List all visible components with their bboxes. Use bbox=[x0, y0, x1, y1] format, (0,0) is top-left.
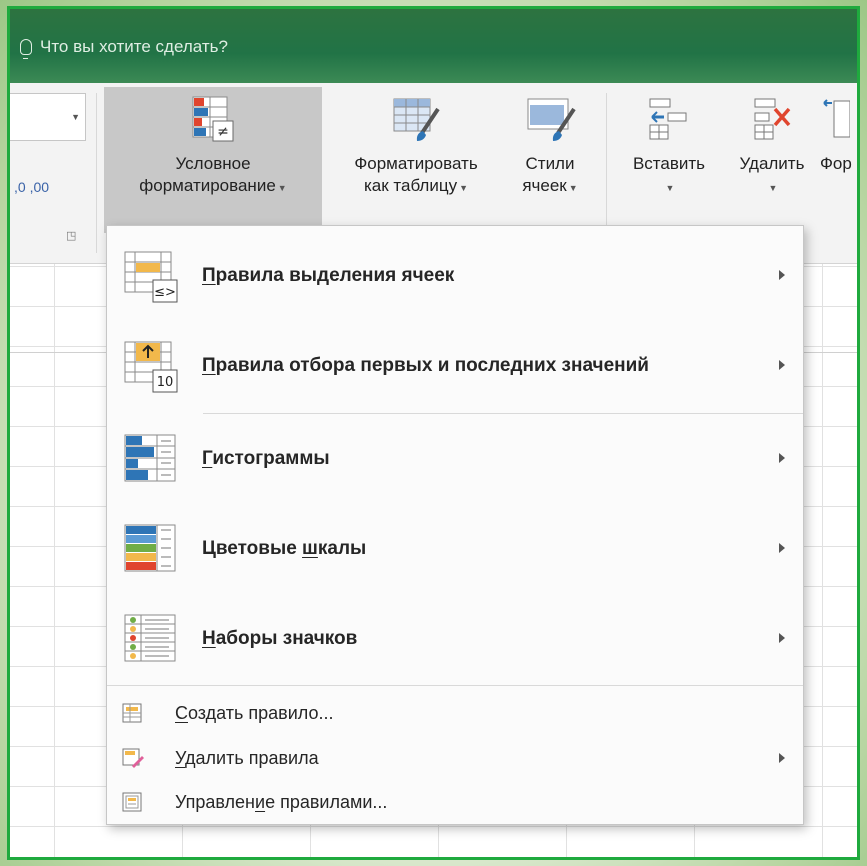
fat-label-line2-wrap: как таблицу ▼ bbox=[328, 175, 504, 199]
delete-cells-button[interactable]: Удалить ▼ bbox=[722, 87, 822, 233]
accelerator-letter: Г bbox=[202, 448, 213, 469]
insert-cells-button[interactable]: Вставить ▼ bbox=[614, 87, 724, 233]
label-rest: равила отбора первых и последних значени… bbox=[215, 355, 649, 376]
chevron-down-icon: ▼ bbox=[665, 183, 675, 193]
cf-label-line2-wrap: форматирование ▼ bbox=[104, 175, 322, 199]
menu-item-label: Цветовые шкалы bbox=[202, 538, 366, 560]
highlight-cells-rules-icon: ≤> bbox=[123, 248, 179, 304]
title-bar: Что вы хотите сделать? bbox=[10, 9, 857, 83]
menu-item-icon-sets[interactable]: Наборы значков bbox=[107, 596, 803, 682]
menu-separator bbox=[203, 413, 803, 414]
menu-item-manage-rules[interactable]: Управление правилами... bbox=[107, 780, 803, 824]
menu-item-label: Удалить правила bbox=[175, 748, 319, 769]
cs-label-line2: ячеек bbox=[522, 176, 567, 195]
cs-label-line1: Стили bbox=[525, 154, 575, 173]
new-rule-icon bbox=[122, 703, 142, 723]
format-as-table-icon bbox=[390, 95, 442, 143]
format-cells-button[interactable]: Фор bbox=[820, 87, 857, 233]
label-pre: Управлен bbox=[175, 791, 255, 812]
fat-label-line1: Форматировать bbox=[354, 154, 478, 173]
color-scales-icon bbox=[123, 521, 179, 577]
chevron-down-icon: ▼ bbox=[277, 183, 287, 193]
insert-label: Вставить bbox=[632, 154, 706, 173]
ribbon-separator bbox=[96, 93, 97, 253]
icon-sets-icon bbox=[123, 611, 179, 667]
cell-styles-icon bbox=[524, 95, 576, 143]
chevron-down-icon: ▼ bbox=[568, 183, 578, 193]
cell-styles-button[interactable]: Стили ячеек ▼ bbox=[510, 87, 590, 233]
insert-cells-icon bbox=[644, 95, 694, 143]
conditional-formatting-menu: ≤> Правила выделения ячеек 10 Правила от… bbox=[106, 225, 804, 825]
chevron-down-icon: ▼ bbox=[71, 112, 80, 122]
menu-item-top-bottom-rules[interactable]: 10 Правила отбора первых и последних зна… bbox=[107, 323, 803, 409]
label-rest: аборы значков bbox=[215, 628, 358, 649]
label-rest: калы bbox=[317, 538, 367, 559]
conditional-formatting-button[interactable]: ≠ Условное форматирование ▼ bbox=[104, 87, 322, 233]
label-rest: истограммы bbox=[212, 448, 330, 469]
submenu-arrow-icon bbox=[779, 753, 785, 763]
decimal-buttons[interactable]: ,0 ,00 bbox=[14, 179, 49, 195]
tell-me-text: Что вы хотите сделать? bbox=[40, 37, 228, 56]
menu-item-label: Создать правило... bbox=[175, 703, 334, 724]
delete-cells-icon bbox=[747, 95, 797, 143]
accelerator-letter: П bbox=[202, 265, 216, 286]
format-label: Фор bbox=[820, 154, 852, 173]
lightbulb-icon bbox=[20, 39, 32, 59]
svg-text:≤>: ≤> bbox=[154, 285, 176, 300]
submenu-arrow-icon bbox=[779, 270, 785, 280]
excel-window: Что вы хотите сделать? ▼ ,0 ,00 ◳ ≠ Усло… bbox=[7, 6, 860, 860]
accelerator-letter: У bbox=[175, 747, 186, 768]
decimal-glyphs: ,0 ,00 bbox=[14, 179, 50, 195]
menu-item-new-rule[interactable]: Создать правило... bbox=[107, 691, 803, 735]
cf-label-line2: форматирование bbox=[139, 176, 276, 195]
menu-separator bbox=[107, 685, 803, 686]
menu-item-color-scales[interactable]: Цветовые шкалы bbox=[107, 506, 803, 592]
dialog-launcher-icon[interactable]: ◳ bbox=[66, 229, 76, 242]
number-format-combo[interactable]: ▼ bbox=[10, 93, 86, 141]
top-bottom-rules-icon: 10 bbox=[123, 338, 179, 394]
chevron-down-icon: ▼ bbox=[768, 183, 778, 193]
menu-item-data-bars[interactable]: Гистограммы bbox=[107, 416, 803, 502]
top-ten-badge: 10 bbox=[157, 375, 174, 390]
tell-me-box[interactable]: Что вы хотите сделать? bbox=[20, 37, 228, 59]
chevron-down-icon: ▼ bbox=[459, 183, 469, 193]
label-rest: оздать правило... bbox=[188, 702, 334, 723]
format-cells-icon bbox=[820, 95, 851, 143]
cs-label-line2-wrap: ячеек ▼ bbox=[510, 175, 590, 199]
menu-item-highlight-cells-rules[interactable]: ≤> Правила выделения ячеек bbox=[107, 233, 803, 319]
manage-rules-icon bbox=[122, 792, 142, 812]
label-rest: далить правила bbox=[185, 747, 319, 768]
accelerator-letter: и bbox=[255, 791, 266, 812]
accelerator-letter: П bbox=[202, 355, 216, 376]
svg-text:≠: ≠ bbox=[217, 124, 229, 140]
clear-rules-icon bbox=[122, 748, 144, 768]
accelerator-letter: Н bbox=[202, 628, 216, 649]
submenu-arrow-icon bbox=[779, 453, 785, 463]
submenu-arrow-icon bbox=[779, 543, 785, 553]
accelerator-letter: ш bbox=[302, 538, 318, 559]
label-rest: е правилами... bbox=[265, 791, 388, 812]
menu-item-label: Правила выделения ячеек bbox=[202, 265, 454, 287]
menu-item-clear-rules[interactable]: Удалить правила bbox=[107, 736, 803, 780]
cf-label-line1: Условное bbox=[175, 154, 251, 173]
submenu-arrow-icon bbox=[779, 633, 785, 643]
menu-item-label: Управление правилами... bbox=[175, 792, 387, 813]
format-as-table-button[interactable]: Форматировать как таблицу ▼ bbox=[328, 87, 504, 233]
label-pre: Цветовые bbox=[202, 538, 303, 559]
menu-item-label: Правила отбора первых и последних значен… bbox=[202, 355, 649, 377]
menu-item-label: Гистограммы bbox=[202, 448, 330, 470]
fat-label-line2: как таблицу bbox=[363, 176, 458, 195]
menu-item-label: Наборы значков bbox=[202, 628, 357, 650]
data-bars-icon bbox=[123, 431, 179, 487]
submenu-arrow-icon bbox=[779, 360, 785, 370]
conditional-formatting-icon: ≠ bbox=[191, 95, 235, 143]
accelerator-letter: С bbox=[175, 702, 188, 723]
delete-label: Удалить bbox=[739, 154, 805, 173]
label-rest: равила выделения ячеек bbox=[215, 265, 455, 286]
